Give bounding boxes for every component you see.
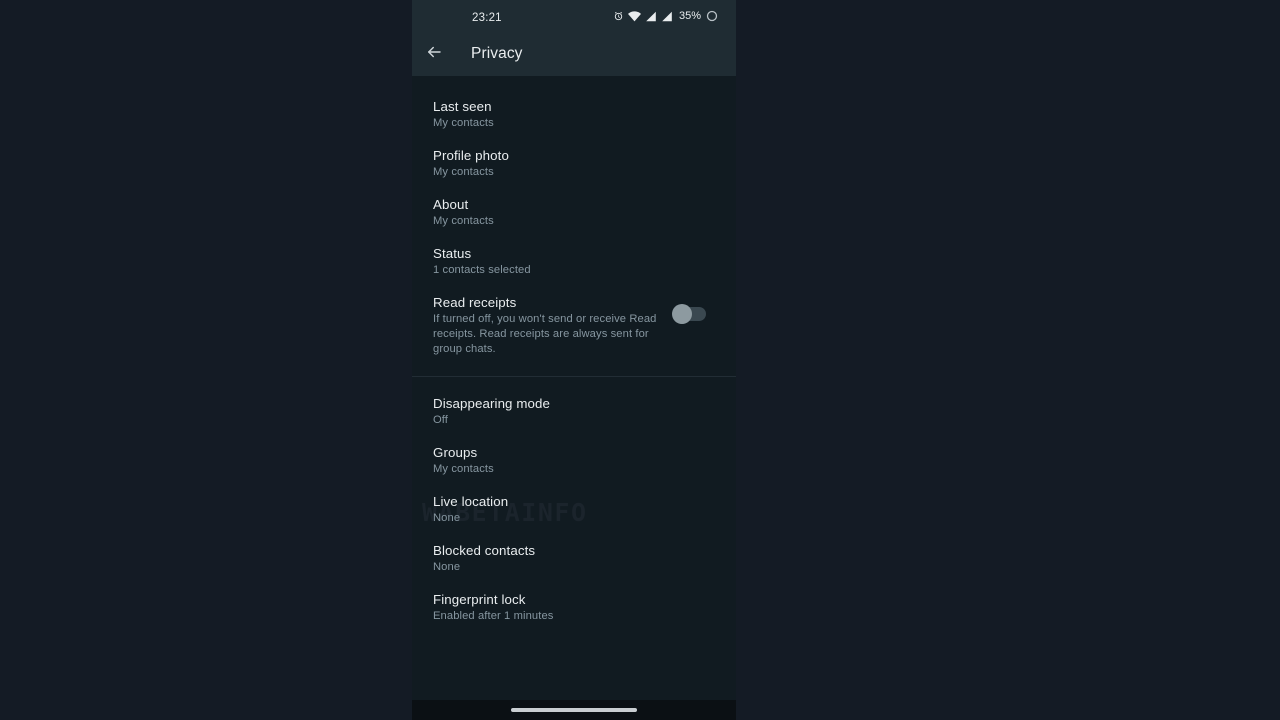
setting-row-disappearing-mode[interactable]: Disappearing mode Off (412, 387, 736, 436)
setting-subtitle: None (433, 561, 461, 573)
setting-subtitle: My contacts (433, 215, 494, 227)
back-arrow-icon (425, 43, 443, 66)
setting-row-blocked-contacts[interactable]: Blocked contacts None (412, 534, 736, 583)
app-bar: Privacy (412, 32, 736, 76)
setting-title: Disappearing mode (433, 396, 551, 411)
navigation-gesture-bar (412, 700, 736, 720)
setting-title: Fingerprint lock (433, 592, 526, 607)
status-bar-icons: 35% (613, 10, 718, 22)
setting-subtitle: My contacts (433, 463, 494, 475)
setting-title: Groups (433, 445, 478, 460)
signal-icon-2 (661, 11, 673, 22)
back-button[interactable] (412, 32, 456, 76)
setting-subtitle: If turned off, you won't send or receive… (433, 313, 657, 355)
setting-subtitle: My contacts (433, 117, 494, 129)
setting-row-fingerprint-lock[interactable]: Fingerprint lock Enabled after 1 minutes (412, 583, 736, 632)
setting-row-live-location[interactable]: Live location None (412, 485, 736, 534)
setting-row-groups[interactable]: Groups My contacts (412, 436, 736, 485)
setting-row-profile-photo[interactable]: Profile photo My contacts (412, 139, 736, 188)
page-title: Privacy (471, 45, 523, 62)
setting-row-read-receipts[interactable]: Read receipts If turned off, you won't s… (412, 286, 736, 365)
setting-subtitle: Off (433, 414, 449, 426)
status-bar-clock: 23:21 (472, 12, 502, 24)
phone-screen: 23:21 35% Privacy WABETAINFO Last seen M… (412, 0, 736, 720)
setting-subtitle: Enabled after 1 minutes (433, 610, 554, 622)
signal-icon-1 (645, 11, 657, 22)
status-bar: 23:21 35% (412, 0, 736, 32)
setting-row-about[interactable]: About My contacts (412, 188, 736, 237)
battery-percent-label: 35% (678, 10, 701, 22)
gesture-pill[interactable] (511, 708, 637, 712)
setting-title: Profile photo (433, 148, 509, 163)
screenshot-canvas: 23:21 35% Privacy WABETAINFO Last seen M… (0, 0, 1280, 720)
setting-title: Blocked contacts (433, 543, 536, 558)
setting-title: Last seen (433, 99, 492, 114)
setting-subtitle: None (433, 512, 461, 524)
settings-list: WABETAINFO Last seen My contacts Profile… (412, 76, 736, 720)
setting-title: Read receipts (433, 295, 517, 310)
setting-row-last-seen[interactable]: Last seen My contacts (412, 90, 736, 139)
setting-title: About (433, 197, 469, 212)
section-divider (412, 376, 736, 377)
setting-subtitle: 1 contacts selected (433, 264, 531, 276)
battery-icon (706, 10, 718, 22)
alarm-icon (613, 11, 624, 22)
wifi-icon (627, 10, 641, 22)
setting-title: Status (433, 246, 472, 261)
setting-row-status[interactable]: Status 1 contacts selected (412, 237, 736, 286)
setting-subtitle: My contacts (433, 166, 494, 178)
setting-title: Live location (433, 494, 509, 509)
